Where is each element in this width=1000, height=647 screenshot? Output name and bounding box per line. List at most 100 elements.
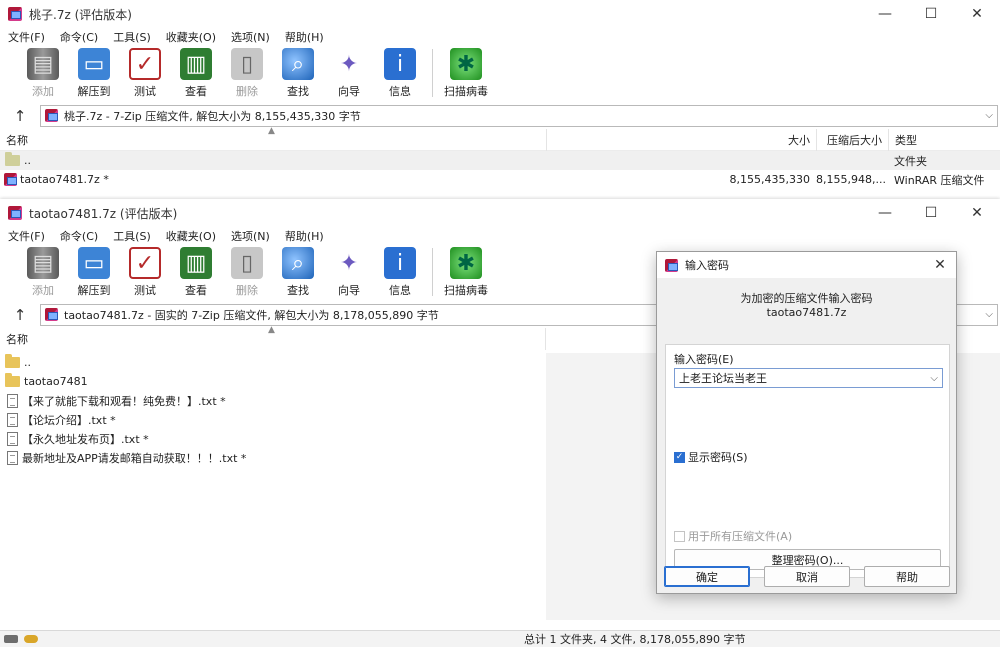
window-title: 桃子.7z (评估版本): [29, 7, 132, 22]
list-item[interactable]: 最新地址及APP请发邮箱自动获取！！！.txt *: [0, 448, 546, 467]
winrar-app-icon: [665, 258, 678, 272]
close-icon[interactable]: ✕: [924, 257, 956, 273]
extract-to-button[interactable]: ▭ 解压到: [69, 247, 119, 298]
menu-commands[interactable]: 命令(C): [60, 29, 98, 45]
menu-commands[interactable]: 命令(C): [60, 228, 98, 244]
menu-options[interactable]: 选项(N): [231, 228, 270, 244]
up-arrow-icon[interactable]: ↑: [0, 107, 40, 125]
cancel-button[interactable]: 取消: [764, 566, 850, 587]
dialog-title: 输入密码: [685, 259, 729, 272]
key-icon[interactable]: [24, 635, 38, 643]
add-button[interactable]: ▤ 添加: [18, 247, 68, 298]
chevron-down-icon[interactable]: ⌵: [930, 373, 938, 384]
address-bar: ↑ 桃子.7z - 7-Zip 压缩文件, 解包大小为 8,155,435,33…: [0, 102, 1000, 129]
list-item[interactable]: 【来了就能下载和观看！纯免费！】.txt *: [0, 391, 546, 410]
sort-arrow-icon: ▲: [268, 325, 275, 335]
test-icon: ✓: [129, 48, 161, 80]
path-combobox[interactable]: 桃子.7z - 7-Zip 压缩文件, 解包大小为 8,155,435,330 …: [40, 104, 998, 127]
menu-help[interactable]: 帮助(H): [285, 228, 324, 244]
delete-button[interactable]: ▯ 删除: [222, 48, 272, 99]
menu-bar: 文件(F) 命令(C) 工具(S) 收藏夹(O) 选项(N) 帮助(H): [0, 28, 1000, 46]
view-book-icon: ▥: [180, 48, 212, 80]
archive-path-text: taotao7481.7z - 固实的 7-Zip 压缩文件, 解包大小为 8,…: [64, 308, 439, 322]
virus-scan-button[interactable]: ✱ 扫描病毒: [441, 247, 491, 298]
list-item[interactable]: 【论坛介绍】.txt *: [0, 410, 546, 429]
chevron-down-icon[interactable]: ⌵: [985, 110, 993, 121]
menu-favorites[interactable]: 收藏夹(O): [166, 228, 216, 244]
menu-favorites[interactable]: 收藏夹(O): [166, 29, 216, 45]
test-button[interactable]: ✓ 测试: [120, 48, 170, 99]
wizard-wand-icon: ✦: [333, 247, 365, 279]
rar-file-icon: [4, 173, 17, 186]
password-field[interactable]: 上老王论坛当老王 ⌵: [674, 368, 943, 388]
archive-path-text: 桃子.7z - 7-Zip 压缩文件, 解包大小为 8,155,435,330 …: [64, 109, 361, 123]
text-file-icon: [7, 431, 18, 446]
find-button[interactable]: ⌕ 查找: [273, 247, 323, 298]
folder-icon: [5, 373, 20, 387]
folder-up-icon: [5, 354, 20, 368]
title-bar[interactable]: 桃子.7z (评估版本) — ☐ ✕: [0, 0, 1000, 28]
column-type[interactable]: 类型: [888, 128, 1000, 151]
column-packed[interactable]: 压缩后大小: [816, 128, 888, 151]
file-list: .. taotao7481 【来了就能下载和观看！纯免费！】.txt * 【论坛…: [0, 353, 546, 620]
title-bar[interactable]: taotao7481.7z (评估版本) — ☐ ✕: [0, 199, 1000, 227]
help-button[interactable]: 帮助: [864, 566, 950, 587]
add-icon: ▤: [27, 247, 59, 279]
status-text: 总计 1 文件夹, 4 文件, 8,178,055,890 字节: [524, 633, 746, 646]
table-row[interactable]: .. 文件夹: [0, 151, 1000, 170]
close-button[interactable]: ✕: [954, 199, 1000, 227]
menu-bar: 文件(F) 命令(C) 工具(S) 收藏夹(O) 选项(N) 帮助(H): [0, 227, 1000, 245]
list-item[interactable]: 【永久地址发布页】.txt *: [0, 429, 546, 448]
minimize-button[interactable]: —: [862, 199, 908, 227]
chevron-down-icon[interactable]: ⌵: [985, 309, 993, 320]
winrar-app-icon: [8, 206, 22, 220]
show-password-checkbox[interactable]: ✓ 显示密码(S): [674, 449, 748, 465]
maximize-button[interactable]: ☐: [908, 199, 954, 227]
info-button[interactable]: i 信息: [375, 247, 425, 298]
winrar-app-icon: [8, 7, 22, 21]
column-header: ▲ 名称 大小 压缩后大小 类型: [0, 126, 1000, 151]
list-item[interactable]: taotao7481: [0, 372, 546, 391]
text-file-icon: [7, 393, 18, 408]
add-button[interactable]: ▤ 添加: [18, 48, 68, 99]
menu-file[interactable]: 文件(F): [8, 29, 45, 45]
list-item[interactable]: ..: [0, 353, 546, 372]
maximize-button[interactable]: ☐: [908, 0, 954, 28]
wizard-wand-icon: ✦: [333, 48, 365, 80]
add-icon: ▤: [27, 48, 59, 80]
up-arrow-icon[interactable]: ↑: [0, 306, 40, 324]
close-button[interactable]: ✕: [954, 0, 1000, 28]
table-row[interactable]: taotao7481.7z * 8,155,435,330 8,155,948,…: [0, 170, 1000, 189]
password-group: 输入密码(E) 上老王论坛当老王 ⌵ ✓ 显示密码(S) 用于所有压缩文件(A)…: [665, 344, 950, 578]
menu-options[interactable]: 选项(N): [231, 29, 270, 45]
view-book-icon: ▥: [180, 247, 212, 279]
wizard-button[interactable]: ✦ 向导: [324, 247, 374, 298]
menu-file[interactable]: 文件(F): [8, 228, 45, 244]
test-button[interactable]: ✓ 测试: [120, 247, 170, 298]
menu-tools[interactable]: 工具(S): [113, 228, 151, 244]
extract-folder-icon: ▭: [78, 247, 110, 279]
magnifier-icon: ⌕: [282, 48, 314, 80]
sort-arrow-icon: ▲: [268, 126, 275, 136]
checkmark-icon: ✓: [674, 451, 685, 463]
minimize-button[interactable]: —: [862, 0, 908, 28]
extract-to-button[interactable]: ▭ 解压到: [69, 48, 119, 99]
toolbar: ▤ 添加 ▭ 解压到 ✓ 测试 ▥ 查看 ▯ 删除 ⌕ 查找 ✦ 向导 i 信息 ✱ 扫描病毒: [0, 46, 1000, 102]
ok-button[interactable]: 确定: [664, 566, 750, 587]
virus-scan-icon: ✱: [450, 247, 482, 279]
archive-icon: [45, 308, 58, 321]
wizard-button[interactable]: ✦ 向导: [324, 48, 374, 99]
menu-help[interactable]: 帮助(H): [285, 29, 324, 45]
view-button[interactable]: ▥ 查看: [171, 247, 221, 298]
dialog-title-bar[interactable]: 输入密码 ✕: [657, 252, 956, 278]
menu-tools[interactable]: 工具(S): [113, 29, 151, 45]
virus-scan-button[interactable]: ✱ 扫描病毒: [441, 48, 491, 99]
info-button[interactable]: i 信息: [375, 48, 425, 99]
password-dialog: 输入密码 ✕ 为加密的压缩文件输入密码 taotao7481.7z 输入密码(E…: [656, 251, 957, 594]
find-button[interactable]: ⌕ 查找: [273, 48, 323, 99]
use-for-all-checkbox[interactable]: 用于所有压缩文件(A): [674, 528, 792, 544]
column-size[interactable]: 大小: [546, 128, 816, 151]
delete-button[interactable]: ▯ 删除: [222, 247, 272, 298]
view-button[interactable]: ▥ 查看: [171, 48, 221, 99]
window-controls: — ☐ ✕: [862, 199, 1000, 227]
